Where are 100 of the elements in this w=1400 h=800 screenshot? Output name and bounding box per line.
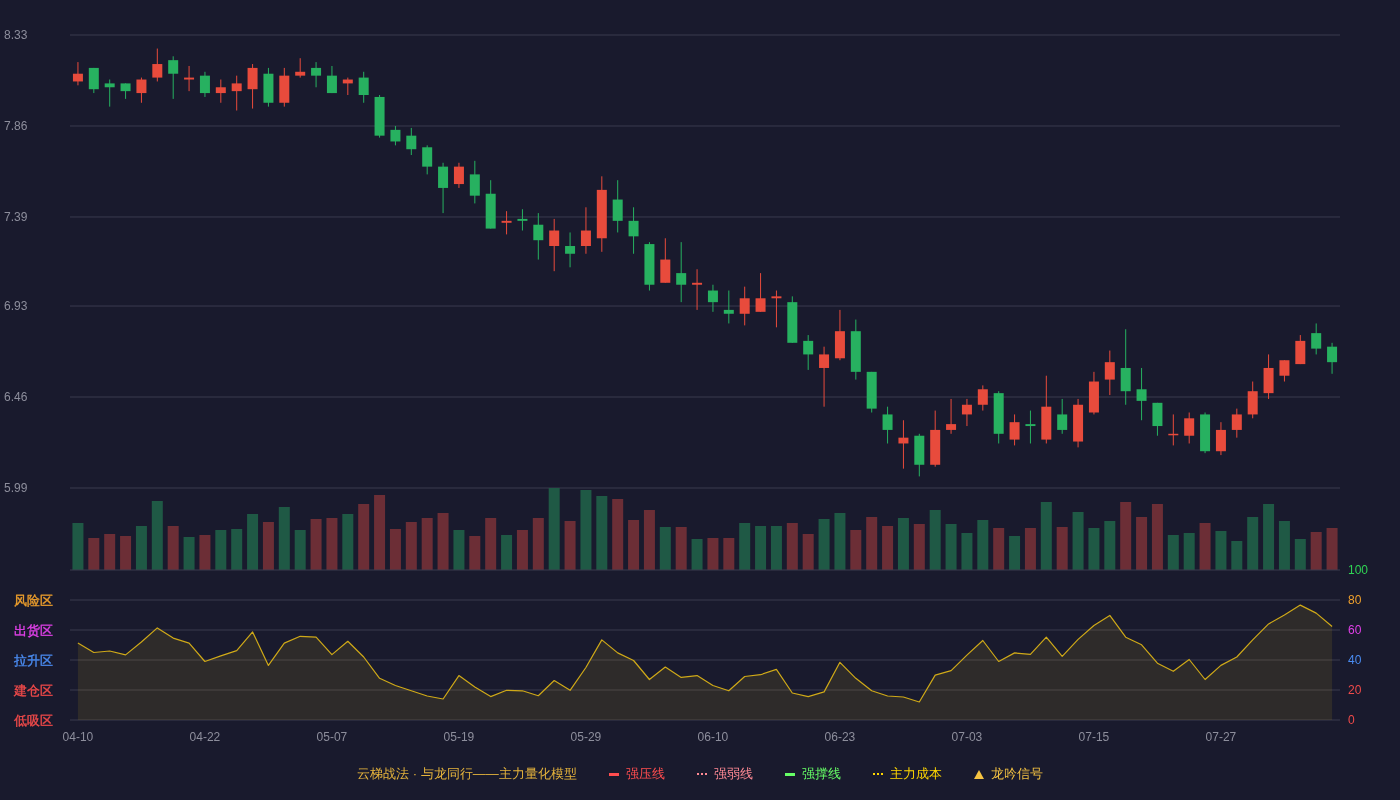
candlestick <box>72 61 83 86</box>
candlestick <box>231 75 242 111</box>
candlestick <box>326 65 337 94</box>
candlestick <box>374 94 385 139</box>
candlestick <box>1311 322 1322 355</box>
zone-label: 风险区 <box>14 592 53 608</box>
candlestick <box>342 77 353 96</box>
candlestick <box>485 179 496 230</box>
price-axis-label: 6.46 <box>4 390 28 404</box>
date-axis-label: 04-22 <box>189 730 221 744</box>
indicator-axis-label: 60 <box>1348 623 1362 637</box>
zone-label: 低吸区 <box>14 712 53 728</box>
price-axis-label: 7.86 <box>4 119 28 133</box>
candlestick <box>453 162 464 189</box>
zone-label: 出货区 <box>14 622 53 638</box>
candlestick <box>676 241 687 303</box>
candlestick <box>1279 359 1290 383</box>
candlestick <box>184 65 195 92</box>
indicator-axis-label: 0 <box>1348 713 1355 727</box>
candlestick <box>1295 334 1306 365</box>
candlestick <box>1215 421 1226 456</box>
indicator-axis-label: 100 <box>1348 563 1369 577</box>
legend-item[interactable]: 强弱线 <box>696 764 753 784</box>
date-axis-label: 07-03 <box>951 730 983 744</box>
date-axis-label: 06-10 <box>697 730 729 744</box>
candlestick <box>215 79 226 104</box>
date-axis-label: 07-27 <box>1205 730 1237 744</box>
candlestick <box>469 160 480 204</box>
candlestick <box>755 272 766 313</box>
candlestick <box>1263 353 1274 400</box>
candlestick <box>707 284 718 313</box>
legend-item[interactable]: 强压线 <box>608 764 665 784</box>
legend-item[interactable]: 强撑线 <box>784 764 841 784</box>
candlestick <box>422 144 433 175</box>
candlestick <box>866 371 877 413</box>
candlestick <box>1088 371 1099 415</box>
candlestick <box>517 208 528 232</box>
candlestick <box>1168 413 1179 446</box>
candlestick <box>1231 408 1242 439</box>
indicator-axis-label: 80 <box>1348 593 1362 607</box>
candlestick <box>104 79 115 108</box>
candlestick <box>1152 402 1163 437</box>
candlestick <box>438 162 449 214</box>
candlestick <box>819 346 830 408</box>
indicator-axis-label: 20 <box>1348 683 1362 697</box>
candlestick <box>644 241 655 292</box>
candlestick <box>549 218 560 272</box>
candlestick <box>914 433 925 477</box>
price-axis-label: 8.33 <box>4 28 28 42</box>
candlestick <box>946 398 957 435</box>
candlestick <box>1136 367 1147 421</box>
legend-item[interactable]: 龙吟信号 <box>973 764 1043 784</box>
legend-title: 云梯战法 · 与龙同行——主力量化模型 <box>357 765 577 784</box>
date-axis-label: 05-07 <box>316 730 348 744</box>
candlestick <box>1041 375 1052 444</box>
legend-item[interactable]: 主力成本 <box>872 764 942 784</box>
candlestick <box>977 384 988 412</box>
candlestick <box>168 55 179 100</box>
zone-label: 建仓区 <box>14 682 53 698</box>
candlestick <box>771 290 782 328</box>
indicator-axis-label: 40 <box>1348 653 1362 667</box>
candlestick <box>882 406 893 444</box>
candlestick <box>88 67 99 94</box>
date-axis-label: 04-10 <box>62 730 94 744</box>
candlestick <box>993 390 1004 444</box>
candlestick <box>803 334 814 371</box>
date-axis-label: 06-23 <box>824 730 856 744</box>
candlestick <box>120 82 131 100</box>
candlestick <box>898 419 909 470</box>
candlestick <box>565 231 576 268</box>
candlestick <box>660 237 671 284</box>
candlestick <box>1184 412 1195 444</box>
candlestick <box>692 268 703 311</box>
candlestick <box>199 71 210 98</box>
price-axis-label: 7.39 <box>4 209 28 224</box>
candlestick <box>850 319 861 381</box>
candlestick <box>1200 412 1211 454</box>
candlestick <box>961 398 972 427</box>
candlestick <box>358 71 369 104</box>
candlestick <box>723 290 734 324</box>
price-axis-label: 5.99 <box>4 481 28 495</box>
candlestick <box>834 309 845 361</box>
candlestick <box>501 210 512 235</box>
candlestick <box>930 410 941 468</box>
candlestick <box>136 77 147 104</box>
candlestick <box>612 179 623 233</box>
candlestick <box>263 67 274 108</box>
candlestick <box>247 63 258 110</box>
price-axis-label: 6.93 <box>4 299 28 314</box>
candlestick <box>1104 350 1115 396</box>
date-axis-label: 05-29 <box>570 730 602 744</box>
date-axis-label: 07-15 <box>1078 730 1110 744</box>
candlestick <box>279 67 290 108</box>
candlestick <box>152 48 163 82</box>
candlestick <box>580 206 591 255</box>
candlestick <box>1247 381 1258 419</box>
date-axis-label: 05-19 <box>443 730 475 744</box>
candlestick <box>1327 342 1338 375</box>
candlestick <box>787 295 798 344</box>
candlestick <box>1073 398 1084 448</box>
